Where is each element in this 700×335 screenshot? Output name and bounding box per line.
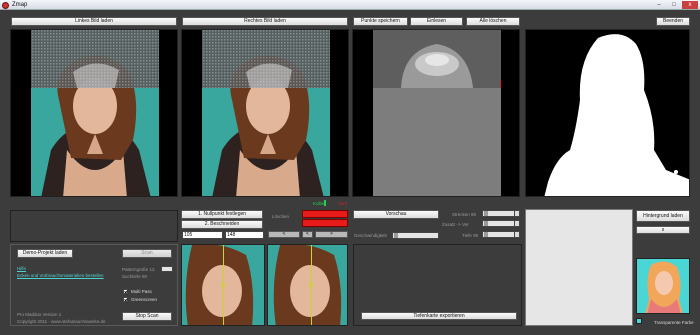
transparent-color-label: Transparente Farbe (654, 320, 694, 325)
preview-button[interactable]: Vorschau (353, 210, 439, 219)
stretch-slider[interactable] (482, 210, 520, 217)
nav-right-button[interactable]: > (315, 231, 348, 238)
depth-preview-panel (352, 29, 520, 197)
depth-label: Tiefe 90 (462, 233, 479, 238)
set-zero-point-button[interactable]: 1. Nullpunkt festlegen (181, 210, 263, 219)
multi-pass-label: Multi Pass (131, 289, 152, 294)
delete-all-button[interactable]: Alle löschen (466, 17, 520, 26)
coord-y-field[interactable]: 148 (225, 231, 264, 239)
close-button[interactable]: x (682, 1, 698, 9)
zoom-slider-thumb[interactable] (484, 221, 488, 226)
depth-spinner[interactable] (514, 232, 519, 237)
stop-scan-button[interactable]: Stop Scan (122, 312, 172, 321)
pattern-size-spinner[interactable] (161, 266, 173, 272)
maximize-button[interactable]: □ (667, 1, 681, 9)
multi-pass-checkbox[interactable] (123, 289, 128, 294)
right-zoom-view[interactable] (267, 244, 348, 326)
load-right-image-button[interactable]: Rechtes Bild laden (182, 17, 348, 26)
right-photo (202, 30, 330, 196)
nav-left-button[interactable]: < (268, 231, 300, 238)
left-image-panel[interactable] (10, 29, 178, 197)
speed-slider[interactable] (392, 232, 439, 239)
depth-export-panel: Tiefenkarte exportieren (353, 244, 522, 326)
zoom-label: Zusatz -> Ver (442, 222, 469, 227)
transparent-color-swatch[interactable] (636, 318, 642, 324)
depth-slider[interactable] (482, 231, 520, 238)
left-status-indicator (324, 200, 326, 206)
scan-panel: Demo-Projekt laden Scan Hilfe Ecken und … (10, 244, 178, 326)
load-demo-project-button[interactable]: Demo-Projekt laden (17, 249, 73, 258)
copyright-text: Copyright 2011 · www.stefanlauchswerke.d… (17, 319, 106, 324)
mask-panel (525, 29, 690, 197)
remove-background-button[interactable]: x (636, 226, 690, 234)
nav-mid-button[interactable]: < (302, 231, 313, 238)
load-background-button[interactable]: Hintergrund laden (636, 210, 690, 222)
search-depth-label: Suchtiefe 90 (122, 274, 148, 279)
speed-label: Geschwindigkeit (354, 233, 387, 238)
pattern-size-label: Patterngröße 12 (122, 267, 155, 272)
right-image-panel[interactable] (181, 29, 349, 197)
stretch-spinner[interactable] (514, 211, 519, 216)
info-panel (10, 210, 178, 242)
load-points-button[interactable]: Einlesen (410, 17, 463, 26)
window-title: Zmap (12, 2, 28, 8)
zoom-spinner[interactable] (514, 221, 519, 226)
zoom-slider[interactable] (482, 220, 520, 227)
stretch-slider-thumb[interactable] (484, 211, 488, 216)
mask-image (544, 34, 689, 196)
right-status-label: Vorn (338, 201, 348, 206)
background-thumbnail (636, 258, 690, 314)
tutorial-link[interactable]: Ecken und Vorbrauchsmaterialien bestelle… (17, 273, 104, 278)
stretch-label: Strecken 90 (452, 212, 477, 217)
speed-slider-thumb[interactable] (394, 233, 398, 238)
load-left-image-button[interactable]: Linkes Bild laden (11, 17, 177, 26)
depth-slider-thumb[interactable] (484, 232, 488, 237)
export-depth-map-button[interactable]: Tiefenkarte exportieren (361, 312, 517, 320)
left-status-label: Kolbe (313, 201, 325, 206)
greenscreen-label: Greenscreen (131, 297, 158, 302)
save-points-button[interactable]: Punkte speichern (353, 17, 408, 26)
version-text: Pro Maddox Version 1 (17, 312, 62, 317)
left-zoom-view[interactable] (181, 244, 265, 326)
delete-label: Löschen (272, 214, 290, 219)
properties-panel (525, 209, 633, 326)
help-link[interactable]: Hilfe (17, 266, 26, 271)
greenscreen-checkbox[interactable] (123, 297, 128, 302)
coord-x-field[interactable]: 105 (182, 231, 223, 239)
title-bar: Zmap – □ x (0, 0, 700, 10)
left-photo (31, 30, 159, 196)
crop-button[interactable]: 2. Beschneiden (181, 220, 263, 229)
minimize-button[interactable]: – (652, 1, 666, 9)
delete-point-button-2[interactable] (302, 219, 348, 227)
quit-button[interactable]: Beenden (656, 17, 690, 26)
app-icon (2, 2, 9, 9)
depth-map (373, 30, 501, 196)
scan-button[interactable]: Scan (122, 249, 172, 258)
delete-point-button-1[interactable] (302, 210, 348, 218)
